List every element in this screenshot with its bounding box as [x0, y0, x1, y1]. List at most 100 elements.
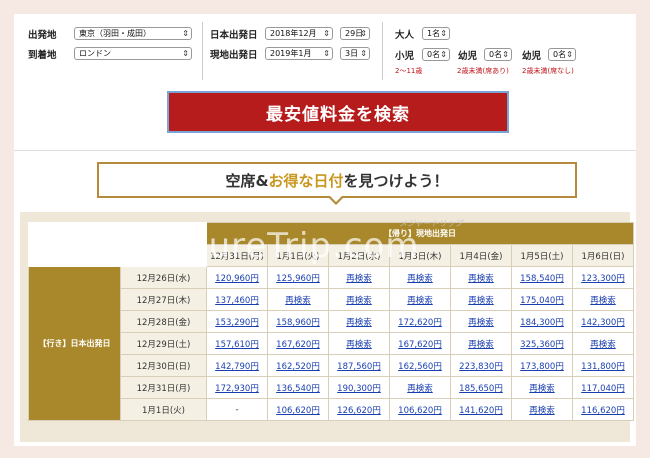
research-link[interactable]: 再検索	[590, 340, 616, 350]
adult-label: 大人	[395, 30, 415, 41]
research-link[interactable]: 再検索	[407, 296, 433, 306]
fare-link[interactable]: 137,460円	[215, 296, 259, 306]
search-button[interactable]: 最安値料金を検索	[167, 91, 509, 133]
fare-cell: 131,800円	[572, 354, 634, 377]
fare-link[interactable]: 116,620円	[581, 406, 625, 416]
departure-select[interactable]: 東京（羽田・成田）	[74, 27, 192, 40]
fare-cell: 167,620円	[267, 332, 329, 355]
fare-link[interactable]: 187,560円	[337, 362, 381, 372]
child-row: 小児	[395, 48, 414, 62]
arrival-row: 到着地	[28, 47, 57, 61]
fare-link[interactable]: 158,960円	[276, 318, 320, 328]
fare-cell: 再検索	[450, 288, 512, 311]
fare-cell: 再検索	[389, 266, 451, 289]
research-link[interactable]: 再検索	[346, 296, 372, 306]
table-row: 【行き】日本出発日 12月26日(水) 120,960円 125,960円 再検索 再検索…	[28, 266, 634, 421]
research-link[interactable]: 再検索	[590, 296, 616, 306]
fare-link[interactable]: 184,300円	[520, 318, 564, 328]
fare-link[interactable]: 142,300円	[581, 318, 625, 328]
research-link[interactable]: 再検索	[468, 318, 494, 328]
fare-cell: 158,540円	[511, 266, 573, 289]
fare-cell: 173,800円	[511, 354, 573, 377]
adult-row: 大人	[395, 27, 414, 41]
fare-cell: 再検索	[328, 332, 390, 355]
return-date-cell: 1月2日(水)	[328, 244, 390, 267]
fare-cell: 再検索	[511, 398, 573, 421]
fare-cell: 再検索	[328, 288, 390, 311]
fare-link[interactable]: 106,620円	[398, 406, 442, 416]
fare-link[interactable]: 136,540円	[276, 384, 320, 394]
research-link[interactable]: 再検索	[529, 384, 555, 394]
outbound-date-header: 【行き】日本出発日	[28, 266, 121, 421]
local-depart-day-select[interactable]: 3日	[340, 47, 370, 60]
research-link[interactable]: 再検索	[285, 296, 311, 306]
fare-cell: 141,620円	[450, 398, 512, 421]
fare-link[interactable]: 131,800円	[581, 362, 625, 372]
fare-cell: 162,520円	[267, 354, 329, 377]
fare-cell: 167,620円	[389, 332, 451, 355]
fare-link[interactable]: 162,520円	[276, 362, 320, 372]
fare-link[interactable]: 158,540円	[520, 274, 564, 284]
fare-cell: 325,360円	[511, 332, 573, 355]
arrival-select[interactable]: ロンドン	[74, 47, 192, 60]
child-age-hint: 2〜11歳	[395, 67, 423, 75]
fare-link[interactable]: 223,830円	[459, 362, 503, 372]
research-link[interactable]: 再検索	[407, 384, 433, 394]
fare-link[interactable]: 175,040円	[520, 296, 564, 306]
fare-link[interactable]: 153,290円	[215, 318, 259, 328]
fare-cell: 153,290円	[206, 310, 268, 333]
fare-link[interactable]: 117,040円	[581, 384, 625, 394]
research-link[interactable]: 再検索	[407, 274, 433, 284]
fare-link[interactable]: 325,360円	[520, 340, 564, 350]
research-link[interactable]: 再検索	[346, 340, 372, 350]
fare-link[interactable]: 157,610円	[215, 340, 259, 350]
fare-link[interactable]: 172,620円	[398, 318, 442, 328]
fare-calendar-table: 【帰り】現地出発日 12月31日(月) 1月1日(火) 1月2日(水) 1月3日(木)…	[28, 222, 634, 421]
fare-link[interactable]: 167,620円	[276, 340, 320, 350]
research-link[interactable]: 再検索	[529, 406, 555, 416]
infant-noseat-hint: 2歳未満(席なし)	[522, 67, 574, 75]
fare-link[interactable]: 142,790円	[215, 362, 259, 372]
fare-link[interactable]: 120,960円	[215, 274, 259, 284]
infant-noseat-row: 幼児	[522, 48, 541, 62]
fare-link[interactable]: 162,560円	[398, 362, 442, 372]
fare-link[interactable]: 125,960円	[276, 274, 320, 284]
banner-pointer-inner	[329, 195, 343, 202]
fare-cell: 125,960円	[267, 266, 329, 289]
departure-label: 出発地	[28, 30, 57, 41]
departure-row: 出発地	[28, 27, 57, 41]
research-link[interactable]: 再検索	[468, 340, 494, 350]
research-link[interactable]: 再検索	[468, 274, 494, 284]
jp-depart-day-select[interactable]: 29日	[340, 27, 370, 40]
fare-link[interactable]: 167,620円	[398, 340, 442, 350]
banner-text-2: を見つけよう！	[343, 171, 449, 190]
fare-link[interactable]: 126,620円	[337, 406, 381, 416]
fare-link[interactable]: 190,300円	[337, 384, 381, 394]
fare-link[interactable]: 141,620円	[459, 406, 503, 416]
infant-seat-label: 幼児	[458, 51, 478, 62]
fare-cell: 再検索	[450, 332, 512, 355]
fare-link[interactable]: 106,620円	[276, 406, 320, 416]
fare-cell: 157,610円	[206, 332, 268, 355]
infant-seat-select[interactable]: 0名	[484, 48, 512, 61]
infant-noseat-select[interactable]: 0名	[548, 48, 576, 61]
section-divider	[14, 150, 636, 151]
research-link[interactable]: 再検索	[346, 274, 372, 284]
fare-link[interactable]: 123,300円	[581, 274, 625, 284]
adult-select[interactable]: 1名	[422, 27, 450, 40]
return-date-cell: 1月1日(火)	[267, 244, 329, 267]
fare-link[interactable]: 185,650円	[459, 384, 503, 394]
fare-cell: 142,790円	[206, 354, 268, 377]
jp-depart-month-select[interactable]: 2018年12月	[265, 27, 333, 40]
research-link[interactable]: 再検索	[468, 296, 494, 306]
outbound-date-cell: 12月29日(土)	[120, 332, 207, 355]
fare-cell: 172,930円	[206, 376, 268, 399]
fare-cell: 106,620円	[389, 398, 451, 421]
fare-cell: 158,960円	[267, 310, 329, 333]
return-date-cell: 1月4日(金)	[450, 244, 512, 267]
research-link[interactable]: 再検索	[346, 318, 372, 328]
fare-link[interactable]: 172,930円	[215, 384, 259, 394]
fare-link[interactable]: 173,800円	[520, 362, 564, 372]
local-depart-month-select[interactable]: 2019年1月	[265, 47, 333, 60]
child-select[interactable]: 0名	[422, 48, 450, 61]
